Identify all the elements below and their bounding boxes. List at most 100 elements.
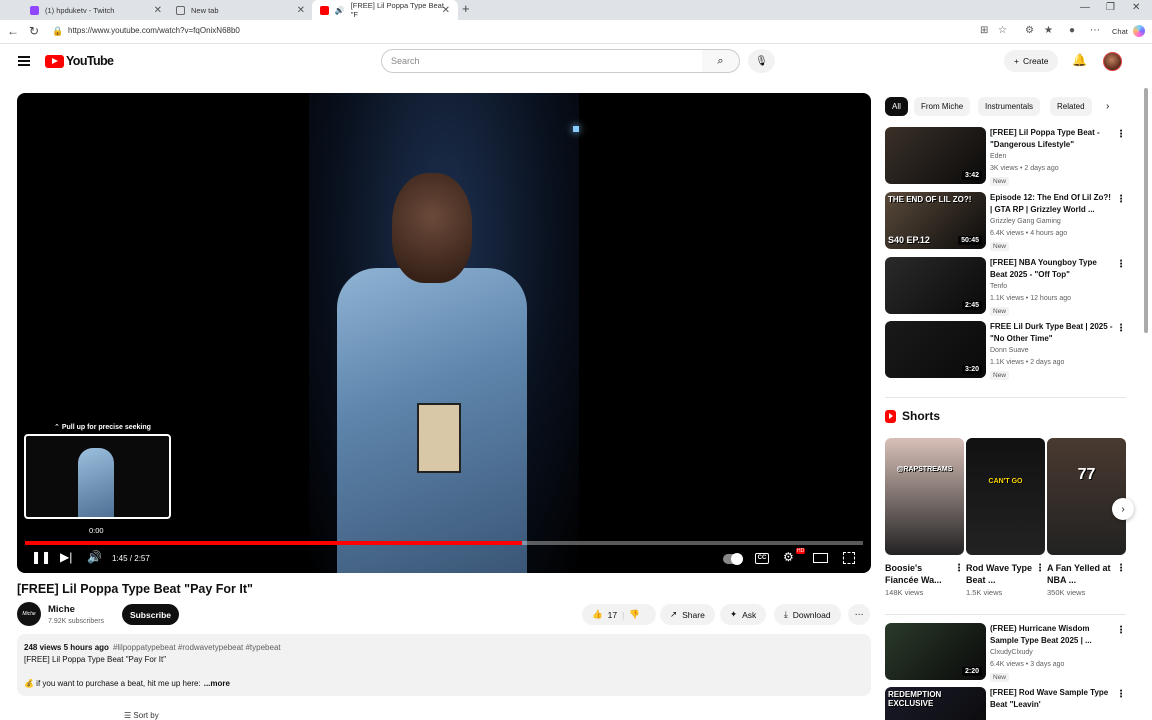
short-title[interactable]: Boosie's Fiancée Wa... [885, 562, 951, 586]
url-field[interactable]: https://www.youtube.com/watch?v=fqOnixN6… [68, 26, 240, 35]
notifications-bell-icon[interactable]: 🔔 [1072, 53, 1087, 67]
settings-gear-icon[interactable]: ⚙ [783, 550, 794, 564]
recommendation-title[interactable]: Episode 12: The End Of Lil Zo?! | GTA RP… [990, 192, 1115, 216]
short-item[interactable]: 77 A Fan Yelled at NBA ... 350K views ⋮ [1047, 438, 1126, 597]
more-icon[interactable]: ⋯ [1090, 25, 1100, 36]
more-vertical-icon[interactable]: ⋮ [954, 563, 964, 574]
recommendation-item[interactable]: 2:20 (FREE) Hurricane Wisdom Sample Type … [885, 623, 1130, 682]
hamburger-menu-icon[interactable] [18, 56, 30, 66]
download-button[interactable]: ⤓ Download [774, 604, 841, 625]
extensions-icon[interactable]: ⚙ [1025, 25, 1034, 36]
shorts-next-button[interactable]: › [1112, 498, 1134, 520]
search-input[interactable]: Search [381, 49, 703, 73]
account-avatar[interactable] [1103, 52, 1122, 71]
video-player[interactable]: ⌃ Pull up for precise seeking 0:00 ❚❚ ▶|… [17, 93, 871, 573]
more-vertical-icon[interactable]: ⋮ [1035, 563, 1045, 574]
progress-bar[interactable] [25, 541, 863, 545]
next-icon[interactable]: ▶| [60, 550, 72, 564]
video-thumbnail[interactable]: 2:20 [885, 623, 986, 680]
short-title[interactable]: Rod Wave Type Beat ... [966, 562, 1032, 586]
hashtags[interactable]: #lilpoppatypebeat #rodwavetypebeat #type… [113, 643, 281, 652]
tab-twitch[interactable]: (1) hpduketv - Twitch ✕ [22, 0, 170, 20]
recommendation-item[interactable]: 3:42 [FREE] Lil Poppa Type Beat - "Danger… [885, 127, 1130, 186]
subscribe-button[interactable]: Subscribe [122, 604, 179, 625]
new-tab-icon[interactable]: + [462, 1, 470, 16]
more-actions-button[interactable]: ⋯ [848, 604, 870, 625]
close-icon[interactable]: ✕ [442, 5, 450, 16]
more-vertical-icon[interactable]: ⋮ [1116, 194, 1126, 205]
comments-sort-button[interactable]: ☰ Sort by [124, 711, 159, 720]
like-icon[interactable]: 👍 [592, 609, 603, 620]
short-item[interactable]: CAN'T GO Rod Wave Type Beat ... 1.5K views… [966, 438, 1045, 597]
lock-icon[interactable]: 🔒 [52, 26, 63, 37]
recommendation-title[interactable]: (FREE) Hurricane Wisdom Sample Type Beat… [990, 623, 1115, 647]
more-vertical-icon[interactable]: ⋮ [1116, 259, 1126, 270]
tab-youtube[interactable]: 🔊 [FREE] Lil Poppa Type Beat "F ✕ [312, 0, 458, 20]
channel-name[interactable]: Miche [48, 604, 75, 615]
short-thumbnail[interactable]: 77 [1047, 438, 1126, 555]
scrollbar-thumb[interactable] [1144, 88, 1148, 333]
recommendation-item[interactable]: 2:45 [FREE] NBA Youngboy Type Beat 2025 -… [885, 257, 1130, 316]
channel-avatar[interactable]: Miche [17, 602, 41, 626]
short-thumbnail[interactable]: @RAPSTREAMS [885, 438, 964, 555]
window-close-icon[interactable]: ✕ [1132, 2, 1140, 13]
more-vertical-icon[interactable]: ⋮ [1116, 129, 1126, 140]
more-vertical-icon[interactable]: ⋮ [1116, 689, 1126, 700]
video-thumbnail[interactable]: 2:45 [885, 257, 986, 314]
share-button[interactable]: ↗ Share [660, 604, 715, 625]
more-vertical-icon[interactable]: ⋮ [1116, 625, 1126, 636]
profile-icon[interactable]: ● [1069, 25, 1075, 36]
back-icon[interactable]: ← [7, 24, 19, 38]
ask-button[interactable]: ✦ Ask [720, 604, 767, 625]
captions-button[interactable]: CC [755, 553, 769, 564]
recommendation-channel[interactable]: ClxudyClxudy [990, 649, 1033, 656]
description-box[interactable]: 248 views 5 hours ago #lilpoppatypebeat #… [17, 634, 871, 696]
tab-new-tab[interactable]: New tab ✕ [168, 0, 313, 20]
video-thumbnail[interactable]: 3:42 [885, 127, 986, 184]
recommendation-channel[interactable]: Tenfo [990, 283, 1007, 290]
more-vertical-icon[interactable]: ⋮ [1116, 323, 1126, 334]
recommendation-item[interactable]: REDEMPTION EXCLUSIVE [FREE] Rod Wave Samp… [885, 687, 1130, 720]
close-icon[interactable]: ✕ [154, 5, 162, 16]
volume-icon[interactable]: 🔊 [87, 550, 102, 564]
short-thumbnail[interactable]: CAN'T GO [966, 438, 1045, 555]
recommendation-title[interactable]: [FREE] Lil Poppa Type Beat - "Dangerous … [990, 127, 1115, 151]
autoplay-toggle[interactable] [723, 553, 743, 565]
favorite-star-icon[interactable]: ☆ [998, 25, 1007, 36]
page-scrollbar[interactable] [1143, 78, 1149, 718]
recommendation-title[interactable]: [FREE] Rod Wave Sample Type Beat "Leavin… [990, 687, 1115, 711]
recommendation-channel[interactable]: Eden [990, 153, 1006, 160]
more-vertical-icon[interactable]: ⋮ [1116, 563, 1126, 574]
recommendation-channel[interactable]: Grizzley Gang Gaming [990, 218, 1061, 225]
minimize-icon[interactable]: — [1080, 2, 1090, 13]
chip-from-miche[interactable]: From Miche [914, 97, 971, 116]
app-available-icon[interactable]: ⊞ [980, 25, 988, 36]
show-more-link[interactable]: ...more [204, 679, 230, 688]
video-thumbnail[interactable]: THE END OF LIL ZO?! S40 EP.12 50:45 [885, 192, 986, 249]
recommendation-item[interactable]: 3:20 FREE Lil Durk Type Beat | 2025 - "No… [885, 321, 1130, 380]
refresh-icon[interactable]: ↻ [29, 24, 39, 38]
copilot-icon[interactable] [1133, 25, 1145, 37]
pause-icon[interactable]: ❚❚ [31, 550, 51, 564]
chat-button[interactable]: Chat [1112, 27, 1128, 36]
chip-all[interactable]: All [885, 97, 908, 116]
recommendation-title[interactable]: [FREE] NBA Youngboy Type Beat 2025 - "Of… [990, 257, 1115, 281]
fullscreen-button[interactable] [843, 552, 855, 564]
theater-mode-button[interactable] [813, 553, 828, 563]
chip-instrumentals[interactable]: Instrumentals [978, 97, 1041, 116]
create-button[interactable]: + Create [1004, 50, 1059, 72]
youtube-logo[interactable]: YouTube [45, 54, 114, 68]
video-thumbnail[interactable]: 3:20 [885, 321, 986, 378]
recommendation-item[interactable]: THE END OF LIL ZO?! S40 EP.12 50:45 Episode… [885, 192, 1130, 251]
favorites-icon[interactable]: ★ [1044, 25, 1053, 36]
like-count[interactable]: 17 [608, 610, 617, 620]
maximize-icon[interactable]: ❐ [1106, 2, 1115, 13]
recommendation-title[interactable]: FREE Lil Durk Type Beat | 2025 - "No Oth… [990, 321, 1115, 345]
recommendation-channel[interactable]: Donn Suave [990, 347, 1029, 354]
voice-search-button[interactable]: 🎙 [748, 49, 775, 73]
video-thumbnail[interactable]: REDEMPTION EXCLUSIVE [885, 687, 986, 720]
short-item[interactable]: @RAPSTREAMS Boosie's Fiancée Wa... 148K vi… [885, 438, 964, 597]
short-title[interactable]: A Fan Yelled at NBA ... [1047, 562, 1113, 586]
chevron-right-icon[interactable]: › [1106, 101, 1109, 112]
close-icon[interactable]: ✕ [297, 5, 305, 16]
